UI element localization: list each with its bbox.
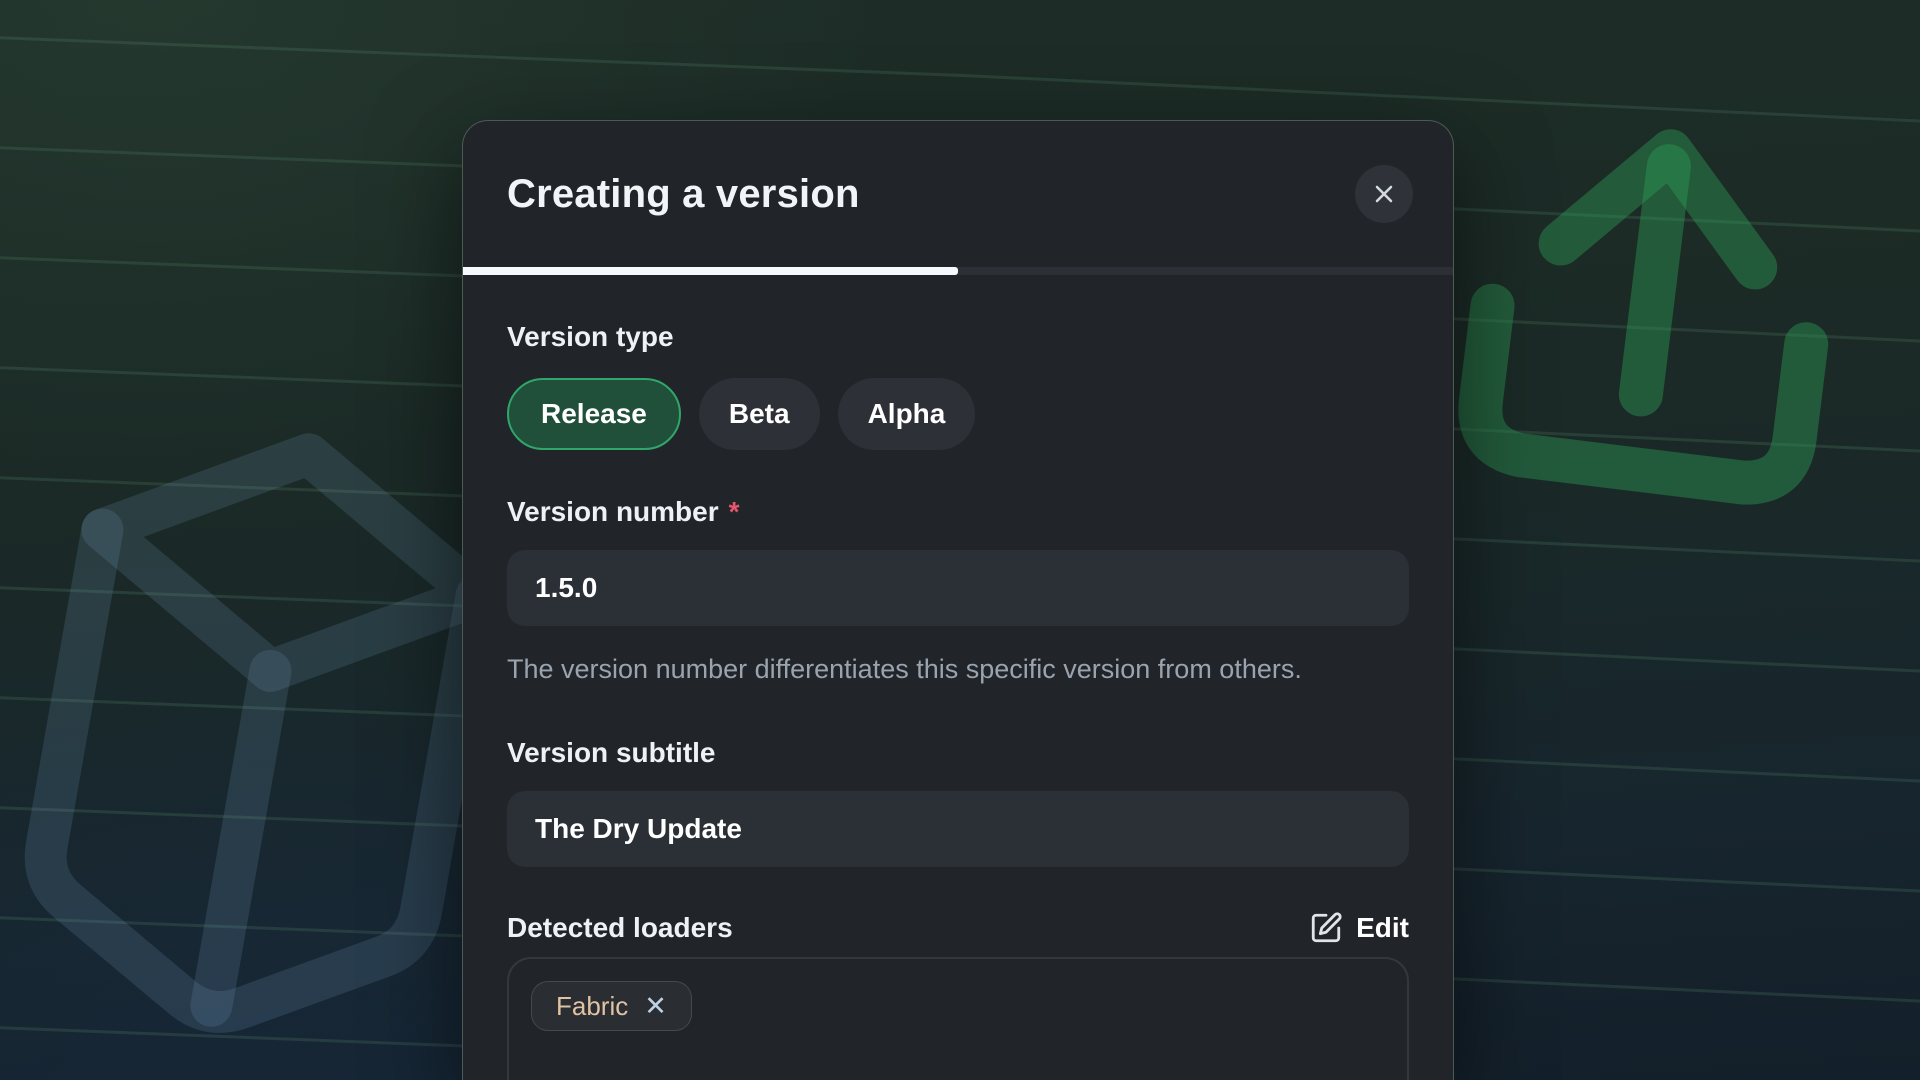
version-subtitle-input[interactable]	[507, 791, 1409, 867]
edit-icon	[1309, 911, 1343, 945]
close-icon	[1370, 180, 1398, 208]
close-button[interactable]	[1355, 165, 1413, 223]
version-type-options: Release Beta Alpha	[507, 378, 1409, 450]
required-asterisk: *	[729, 496, 740, 528]
modal-body: Version type Release Beta Alpha Version …	[463, 321, 1453, 1080]
detected-loaders-label: Detected loaders	[507, 912, 733, 944]
loader-chip-label: Fabric	[556, 991, 628, 1022]
loader-chip-fabric: Fabric ✕	[531, 981, 692, 1031]
modal-title: Creating a version	[507, 172, 860, 217]
edit-label: Edit	[1356, 912, 1409, 944]
version-number-input[interactable]	[507, 550, 1409, 626]
remove-loader-button[interactable]: ✕	[644, 993, 667, 1020]
version-type-alpha-button[interactable]: Alpha	[838, 378, 976, 450]
version-type-label: Version type	[507, 321, 1409, 353]
progress-bar	[463, 267, 1453, 275]
version-number-label-row: Version number *	[507, 496, 1409, 528]
version-subtitle-label: Version subtitle	[507, 737, 1409, 769]
cube-decoration	[23, 421, 495, 1044]
progress-fill	[463, 267, 958, 275]
upload-arrow-decoration	[1475, 132, 1828, 488]
x-icon: ✕	[644, 991, 667, 1021]
loaders-chip-container: Fabric ✕	[507, 957, 1409, 1080]
version-type-beta-button[interactable]: Beta	[699, 378, 820, 450]
version-type-release-button[interactable]: Release	[507, 378, 681, 450]
modal-header: Creating a version	[463, 121, 1453, 267]
create-version-modal: Creating a version Version type Release …	[462, 120, 1454, 1080]
version-number-label: Version number	[507, 496, 719, 528]
edit-loaders-button[interactable]: Edit	[1309, 911, 1409, 945]
detected-loaders-row: Detected loaders Edit	[507, 911, 1409, 945]
version-number-help: The version number differentiates this s…	[507, 651, 1387, 688]
